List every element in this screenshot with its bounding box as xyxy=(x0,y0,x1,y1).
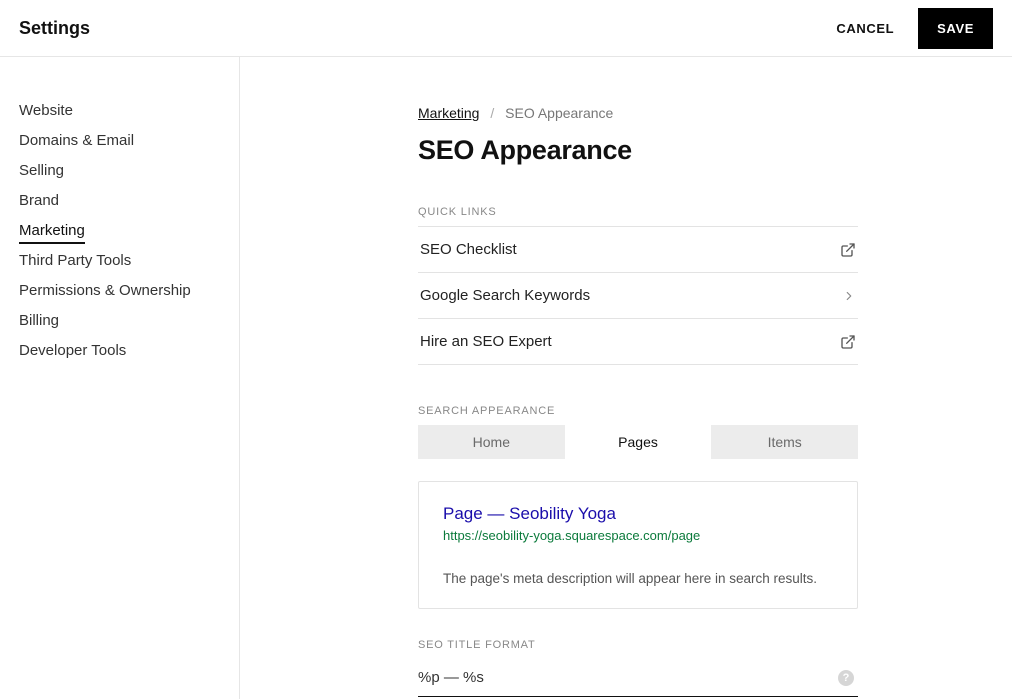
breadcrumb-separator: / xyxy=(490,105,494,121)
appearance-tabs: HomePagesItems xyxy=(418,425,858,459)
quick-links-label: QUICK LINKS xyxy=(418,206,858,218)
help-icon[interactable]: ? xyxy=(838,670,854,686)
quick-link-label: Hire an SEO Expert xyxy=(420,333,552,350)
breadcrumb: Marketing / SEO Appearance xyxy=(418,105,858,121)
chevron-right-icon xyxy=(842,289,856,303)
sidebar-item-marketing[interactable]: Marketing xyxy=(19,217,85,244)
quick-link-label: SEO Checklist xyxy=(420,241,517,258)
sidebar-item-website[interactable]: Website xyxy=(19,97,73,124)
cancel-button[interactable]: CANCEL xyxy=(836,21,894,36)
quick-link-google-search-keywords[interactable]: Google Search Keywords xyxy=(418,273,858,319)
external-link-icon xyxy=(840,334,856,350)
preview-description: The page's meta description will appear … xyxy=(443,571,833,586)
preview-title: Page — Seobility Yoga xyxy=(443,504,833,524)
seo-title-format-input[interactable] xyxy=(418,659,858,696)
search-preview-card: Page — Seobility Yoga https://seobility-… xyxy=(418,481,858,609)
sidebar-item-billing[interactable]: Billing xyxy=(19,307,59,334)
quick-link-label: Google Search Keywords xyxy=(420,287,590,304)
quick-link-seo-checklist[interactable]: SEO Checklist xyxy=(418,227,858,273)
search-appearance-label: SEARCH APPEARANCE xyxy=(418,405,858,417)
breadcrumb-current: SEO Appearance xyxy=(505,105,613,121)
tab-home[interactable]: Home xyxy=(418,425,565,459)
settings-title: Settings xyxy=(19,18,90,39)
sidebar-item-brand[interactable]: Brand xyxy=(19,187,59,214)
quick-link-hire-an-seo-expert[interactable]: Hire an SEO Expert xyxy=(418,319,858,365)
sidebar-item-third-party-tools[interactable]: Third Party Tools xyxy=(19,247,131,274)
preview-url: https://seobility-yoga.squarespace.com/p… xyxy=(443,528,833,543)
page-title: SEO Appearance xyxy=(418,135,858,166)
tab-items[interactable]: Items xyxy=(711,425,858,459)
settings-sidebar: Website Domains & Email Selling Brand Market… xyxy=(0,57,240,699)
main-content: Marketing / SEO Appearance SEO Appearanc… xyxy=(240,57,1012,699)
seo-title-format-label: SEO TITLE FORMAT xyxy=(418,639,858,651)
external-link-icon xyxy=(840,242,856,258)
sidebar-item-selling[interactable]: Selling xyxy=(19,157,64,184)
tab-pages[interactable]: Pages xyxy=(565,425,712,459)
sidebar-item-permissions-ownership[interactable]: Permissions & Ownership xyxy=(19,277,191,304)
sidebar-item-domains-email[interactable]: Domains & Email xyxy=(19,127,134,154)
save-button[interactable]: SAVE xyxy=(918,8,993,49)
sidebar-item-developer-tools[interactable]: Developer Tools xyxy=(19,337,126,364)
breadcrumb-parent[interactable]: Marketing xyxy=(418,105,479,121)
